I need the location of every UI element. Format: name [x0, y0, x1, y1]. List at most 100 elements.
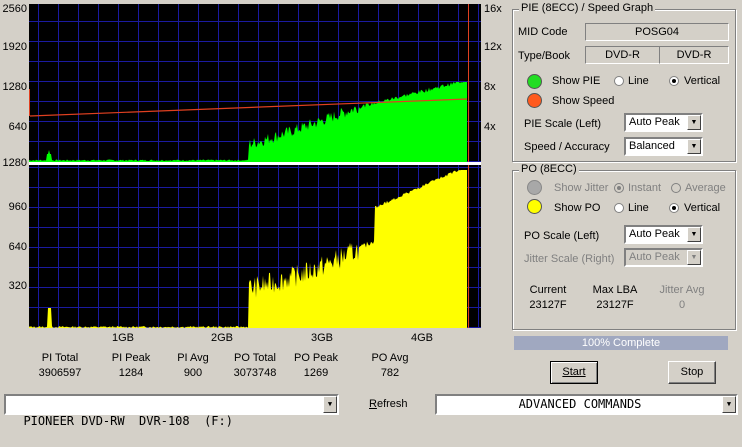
progress-bar: 100% Complete: [514, 336, 728, 350]
jitter-scale-label: Jitter Scale (Right): [524, 253, 615, 265]
chevron-down-icon[interactable]: ▼: [722, 396, 736, 413]
show-speed-label[interactable]: Show Speed: [552, 95, 614, 107]
drive-select-value: PIONEER DVD-RW DVR-108 (F:): [23, 414, 233, 428]
pie-graph: [29, 4, 481, 162]
jitter-average-label: Average: [685, 182, 726, 194]
pie-graph-canvas: [29, 4, 481, 162]
jitter-average-radio: [671, 183, 681, 193]
disc-type-field: DVD-R: [585, 46, 660, 64]
jitter-scale-value: Auto Peak: [629, 251, 680, 263]
x-axis-label: 4GB: [411, 332, 434, 344]
stat-po-total: PO Total 3073748: [225, 351, 285, 381]
pie-y-label: 1920: [2, 41, 27, 53]
po-color-swatch[interactable]: [527, 199, 542, 214]
current-lba: Current 23127F: [518, 283, 578, 313]
speed-accuracy-select[interactable]: Balanced ▼: [624, 137, 703, 156]
stat-label: PI Total: [41, 352, 79, 364]
show-pie-label[interactable]: Show PIE: [552, 75, 600, 87]
pie-y-label: 2560: [2, 3, 27, 15]
chevron-down-icon: ▼: [687, 250, 701, 265]
po-y-label: 640: [8, 241, 27, 253]
stat-pi-peak: PI Peak 1284: [101, 351, 161, 381]
po-y-label: 320: [8, 280, 27, 292]
stop-button[interactable]: Stop: [668, 361, 716, 384]
pie-scale-value: Auto Peak: [629, 116, 680, 128]
drive-select[interactable]: PIONEER DVD-RW DVR-108 (F:) ▼: [4, 394, 339, 428]
po-y-label: 1280: [2, 157, 27, 169]
mid-code-field: POSG04: [585, 23, 729, 41]
po-vertical-radio[interactable]: [669, 203, 679, 213]
pie-line-label[interactable]: Line: [628, 75, 649, 87]
po-vertical-label[interactable]: Vertical: [684, 202, 720, 214]
progress-text: 100% Complete: [581, 337, 661, 349]
max-lba-value: 23127F: [596, 299, 634, 311]
speed-y-label: 4x: [484, 121, 496, 133]
chevron-down-icon[interactable]: ▼: [323, 396, 337, 413]
po-graph: [29, 165, 481, 328]
po-line-label[interactable]: Line: [628, 202, 649, 214]
po-scale-value: Auto Peak: [629, 228, 680, 240]
pie-line-radio[interactable]: [614, 76, 624, 86]
type-book-label: Type/Book: [518, 50, 570, 62]
pie-group-title: PIE (8ECC) / Speed Graph: [519, 2, 656, 14]
refresh-link[interactable]: Refresh: [369, 398, 408, 410]
po-group-title: PO (8ECC): [519, 163, 579, 175]
stat-value: 782: [380, 367, 400, 379]
stat-label: PO Avg: [371, 352, 409, 364]
po-scale-select[interactable]: Auto Peak ▼: [624, 225, 703, 244]
po-line-radio[interactable]: [614, 203, 624, 213]
command-select[interactable]: ADVANCED COMMANDS ▼: [435, 394, 738, 415]
stat-po-peak: PO Peak 1269: [286, 351, 346, 381]
x-axis-label: 3GB: [311, 332, 334, 344]
chevron-down-icon[interactable]: ▼: [687, 227, 701, 242]
max-lba-label: Max LBA: [592, 284, 638, 296]
speed-color-swatch[interactable]: [527, 93, 542, 108]
po-y-label: 960: [8, 201, 27, 213]
pie-vertical-label[interactable]: Vertical: [684, 75, 720, 87]
speed-y-label: 16x: [484, 3, 502, 15]
show-po-label[interactable]: Show PO: [554, 202, 600, 214]
stat-pi-total: PI Total 3906597: [30, 351, 90, 381]
x-axis-label: 1GB: [112, 332, 135, 344]
book-type-field: DVD-R: [659, 46, 729, 64]
pie-vertical-radio[interactable]: [669, 76, 679, 86]
jitter-instant-label: Instant: [628, 182, 662, 194]
stat-label: PO Total: [234, 352, 276, 364]
stat-pi-avg: PI Avg 900: [163, 351, 223, 381]
stat-value: 1269: [303, 367, 329, 379]
pie-scale-select[interactable]: Auto Peak ▼: [624, 113, 703, 132]
current-label: Current: [529, 284, 567, 296]
speed-y-label: 8x: [484, 81, 496, 93]
stat-label: PI Avg: [177, 352, 209, 364]
current-value: 23127F: [529, 299, 567, 311]
start-button-label: Start: [562, 366, 586, 378]
speed-accuracy-value: Balanced: [629, 140, 675, 152]
command-select-value: ADVANCED COMMANDS: [518, 397, 642, 411]
jitter-avg-value: 0: [678, 299, 686, 311]
jitter-avg-label: Jitter Avg: [659, 284, 705, 296]
pie-scale-label: PIE Scale (Left): [524, 118, 602, 130]
mid-code-label: MID Code: [518, 26, 568, 38]
chevron-down-icon[interactable]: ▼: [687, 115, 701, 130]
po-scale-label: PO Scale (Left): [524, 230, 600, 242]
stop-button-label: Stop: [680, 366, 704, 378]
max-lba: Max LBA 23127F: [585, 283, 645, 313]
jitter-instant-radio: [614, 183, 624, 193]
pie-y-label: 640: [8, 121, 27, 133]
stat-label: PO Peak: [293, 352, 339, 364]
pie-color-swatch[interactable]: [527, 74, 542, 89]
jitter-avg: Jitter Avg 0: [652, 283, 712, 313]
speed-accuracy-label: Speed / Accuracy: [524, 141, 610, 153]
jitter-scale-select: Auto Peak ▼: [624, 248, 703, 267]
stat-value: 3073748: [233, 367, 277, 379]
jitter-color-swatch: [527, 180, 542, 195]
stat-label: PI Peak: [111, 352, 151, 364]
stat-value: 900: [183, 367, 203, 379]
stat-value: 1284: [118, 367, 144, 379]
start-button[interactable]: Start: [550, 361, 598, 384]
show-jitter-label: Show Jitter: [554, 182, 609, 194]
po-graph-canvas: [29, 165, 481, 328]
chevron-down-icon[interactable]: ▼: [687, 139, 701, 154]
refresh-label: efresh: [376, 398, 408, 410]
x-axis-label: 2GB: [211, 332, 234, 344]
